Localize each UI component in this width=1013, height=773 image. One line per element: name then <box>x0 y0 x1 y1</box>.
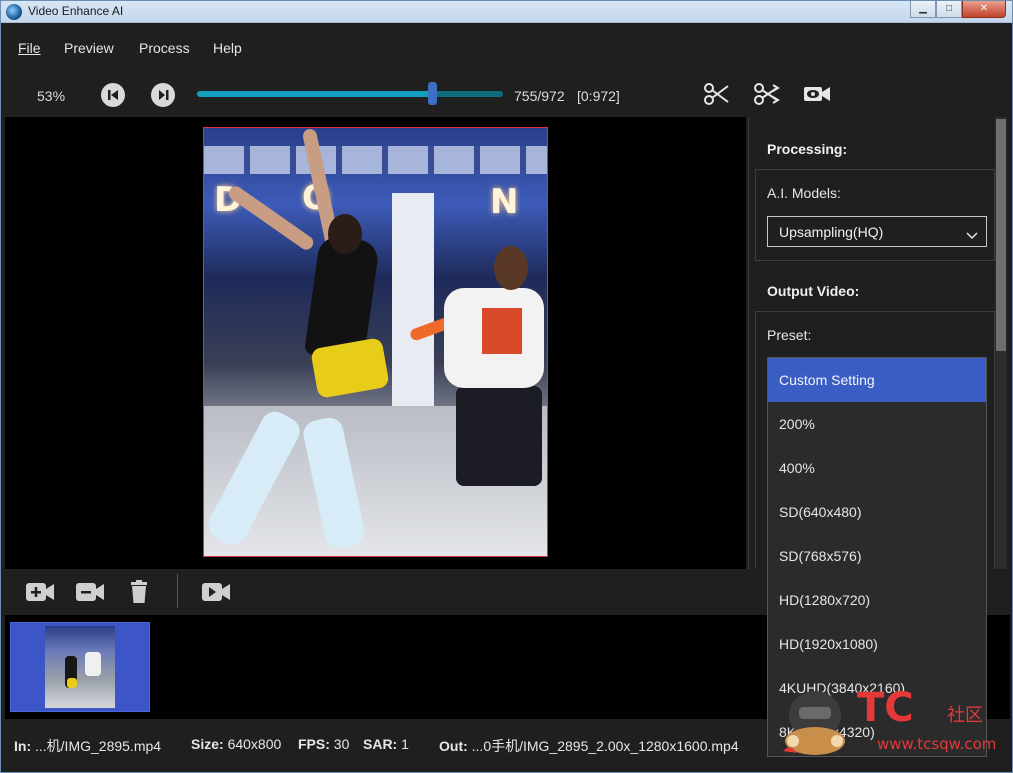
ceiling-lights <box>204 146 547 174</box>
trash-icon[interactable] <box>127 579 157 605</box>
ai-model-select[interactable]: Upsampling(HQ) <box>767 216 987 247</box>
thumbnail-figure <box>85 652 101 676</box>
close-button[interactable]: ✕ <box>962 1 1006 18</box>
video-fps: FPS: 30 <box>298 736 349 752</box>
preview-toolbar: 53% 755/972 [0:972] <box>1 71 1012 117</box>
frame-position: 755/972 <box>514 88 565 104</box>
mascot-logo-icon <box>775 681 855 757</box>
title-bar[interactable]: Video Enhance AI ▁ □ ✕ <box>1 1 1012 23</box>
output-video-title: Output Video: <box>767 283 860 299</box>
toolbar-divider <box>177 574 178 608</box>
video-camera-icon[interactable] <box>201 579 231 605</box>
preset-option-200[interactable]: 200% <box>768 402 986 446</box>
app-logo-icon <box>6 4 22 20</box>
camera-preview-icon[interactable] <box>803 82 831 106</box>
watermark-url: www.tcsqw.com <box>877 735 997 753</box>
minimize-button[interactable]: ▁ <box>910 1 936 18</box>
menu-process[interactable]: Process <box>139 40 190 56</box>
clip-toolbar <box>5 569 746 615</box>
clip-thumbnail[interactable] <box>10 622 150 712</box>
thumbnail-image <box>45 626 115 708</box>
frame-slider-fill <box>197 91 435 97</box>
preset-option-400[interactable]: 400% <box>768 446 986 490</box>
frame-slider[interactable] <box>197 91 503 97</box>
thumbnail-figure <box>67 678 77 688</box>
size-label: Size: <box>191 736 224 752</box>
watermark-site-name: 社区 <box>947 705 983 726</box>
cut-icon[interactable] <box>703 82 731 106</box>
cut-join-icon[interactable] <box>753 82 781 106</box>
preset-option-hd-1280[interactable]: HD(1280x720) <box>768 578 986 622</box>
frame-slider-thumb[interactable] <box>428 82 437 105</box>
output-value: ...0手机/IMG_2895_2.00x_1280x1600.mp4 <box>471 738 739 754</box>
remove-video-icon[interactable] <box>75 579 105 605</box>
zoom-level[interactable]: 53% <box>37 88 65 104</box>
input-value: ...机/IMG_2895.mp4 <box>35 738 162 754</box>
video-frame: D O N <box>203 127 548 557</box>
sar-label: SAR: <box>363 736 398 752</box>
dancer-pants <box>456 386 542 486</box>
menu-bar: File Preview Process Help <box>1 23 1012 71</box>
output-label: Out: <box>439 738 468 754</box>
menu-file[interactable]: File <box>18 40 41 56</box>
fps-label: FPS: <box>298 736 330 752</box>
frame-range: [0:972] <box>577 88 620 104</box>
menu-help[interactable]: Help <box>213 40 242 56</box>
video-preview[interactable]: D O N <box>5 117 746 569</box>
site-watermark: TC 社区 www.tcsqw.com <box>771 681 1007 757</box>
preset-option-custom-setting[interactable]: Custom Setting <box>768 358 986 402</box>
input-label: In: <box>14 738 32 754</box>
video-sar: SAR: 1 <box>363 736 409 752</box>
preset-label: Preset: <box>767 327 812 343</box>
dancer-head <box>494 246 528 290</box>
app-window: Video Enhance AI ▁ □ ✕ File Preview Proc… <box>0 0 1013 773</box>
window-controls: ▁ □ ✕ <box>910 1 1006 18</box>
output-file: Out: ...0手机/IMG_2895_2.00x_1280x1600.mp4 <box>439 736 739 756</box>
watermark-logo-text: TC <box>857 685 914 731</box>
maximize-button[interactable]: □ <box>936 1 962 18</box>
skip-to-start-icon[interactable] <box>101 83 125 107</box>
chevron-down-icon <box>966 227 978 245</box>
video-size: Size: 640x800 <box>191 736 281 752</box>
sar-value: 1 <box>401 736 409 752</box>
ai-model-group: A.I. Models: Upsampling(HQ) <box>755 169 995 261</box>
shirt-print <box>482 308 522 354</box>
play-pause-icon[interactable] <box>151 83 175 107</box>
dancer-head <box>328 214 362 254</box>
ai-models-label: A.I. Models: <box>767 185 841 201</box>
ai-model-value: Upsampling(HQ) <box>779 224 884 240</box>
window-title: Video Enhance AI <box>28 4 124 18</box>
dancer-skirt <box>310 337 390 399</box>
input-file: In: ...机/IMG_2895.mp4 <box>14 736 161 756</box>
size-value: 640x800 <box>227 736 282 752</box>
preset-option-sd-640[interactable]: SD(640x480) <box>768 490 986 534</box>
pillar <box>392 193 434 423</box>
menu-preview[interactable]: Preview <box>64 40 114 56</box>
preset-option-hd-1920[interactable]: HD(1920x1080) <box>768 622 986 666</box>
add-video-icon[interactable] <box>25 579 55 605</box>
preset-option-sd-768[interactable]: SD(768x576) <box>768 534 986 578</box>
fps-value: 30 <box>333 736 350 752</box>
sign-letter: N <box>490 182 519 222</box>
scrollbar-thumb[interactable] <box>996 119 1006 351</box>
settings-scrollbar[interactable] <box>995 117 1007 569</box>
processing-title: Processing: <box>767 141 848 157</box>
